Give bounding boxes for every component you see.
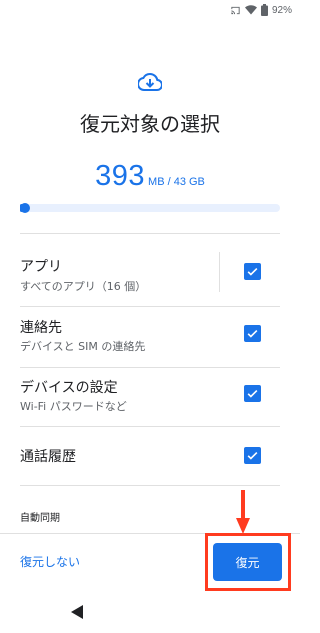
- divider: [20, 485, 280, 486]
- list-item-contacts[interactable]: 連絡先 デバイスと SIM の連絡先: [0, 307, 300, 367]
- page-title: 復元対象の選択: [80, 112, 220, 136]
- cast-icon: [230, 5, 241, 16]
- cloud-download-icon: [136, 70, 164, 94]
- list-item-subtitle: Wi-Fi パスワードなど: [20, 400, 127, 413]
- list-item-title: 通話履歴: [20, 449, 76, 465]
- vertical-divider: [219, 252, 220, 292]
- back-icon[interactable]: [70, 604, 84, 620]
- list-item-title: アプリ: [20, 259, 62, 275]
- list-item-apps[interactable]: アプリ すべてのアプリ（16 個）: [0, 234, 300, 306]
- restore-size-amount: 393: [95, 160, 145, 192]
- checkbox-call-history[interactable]: [244, 447, 261, 464]
- checkbox-device-settings[interactable]: [244, 385, 261, 402]
- list-item-title: デバイスの設定: [20, 380, 118, 396]
- skip-restore-button[interactable]: 復元しない: [20, 553, 80, 570]
- list-item-call-history[interactable]: 通話履歴: [0, 427, 300, 485]
- checkbox-contacts[interactable]: [244, 325, 261, 342]
- storage-progress-bar: [20, 203, 280, 213]
- section-header-auto-sync: 自動同期: [20, 513, 60, 524]
- restore-size: 393 MB / 43 GB: [0, 160, 300, 193]
- restore-size-unit: MB / 43 GB: [144, 176, 205, 188]
- battery-percentage: 92%: [271, 4, 292, 16]
- storage-progress-indicator: [20, 203, 30, 213]
- check-icon: [247, 329, 258, 338]
- list-item-subtitle: デバイスと SIM の連絡先: [20, 340, 146, 353]
- checkbox-apps[interactable]: [244, 263, 261, 280]
- check-icon: [247, 389, 258, 398]
- check-icon: [247, 451, 258, 460]
- annotation-arrow: [236, 490, 250, 534]
- list-item-device-settings[interactable]: デバイスの設定 Wi-Fi パスワードなど: [0, 368, 300, 426]
- wifi-icon: [244, 5, 257, 15]
- check-icon: [247, 267, 258, 276]
- navigation-bar: [0, 593, 300, 633]
- list-item-subtitle: すべてのアプリ（16 個）: [20, 280, 147, 293]
- status-bar: 92%: [0, 0, 300, 22]
- restore-button[interactable]: 復元: [213, 543, 282, 581]
- status-icons: 92%: [230, 4, 292, 16]
- battery-icon: [260, 4, 268, 16]
- list-item-title: 連絡先: [20, 320, 62, 336]
